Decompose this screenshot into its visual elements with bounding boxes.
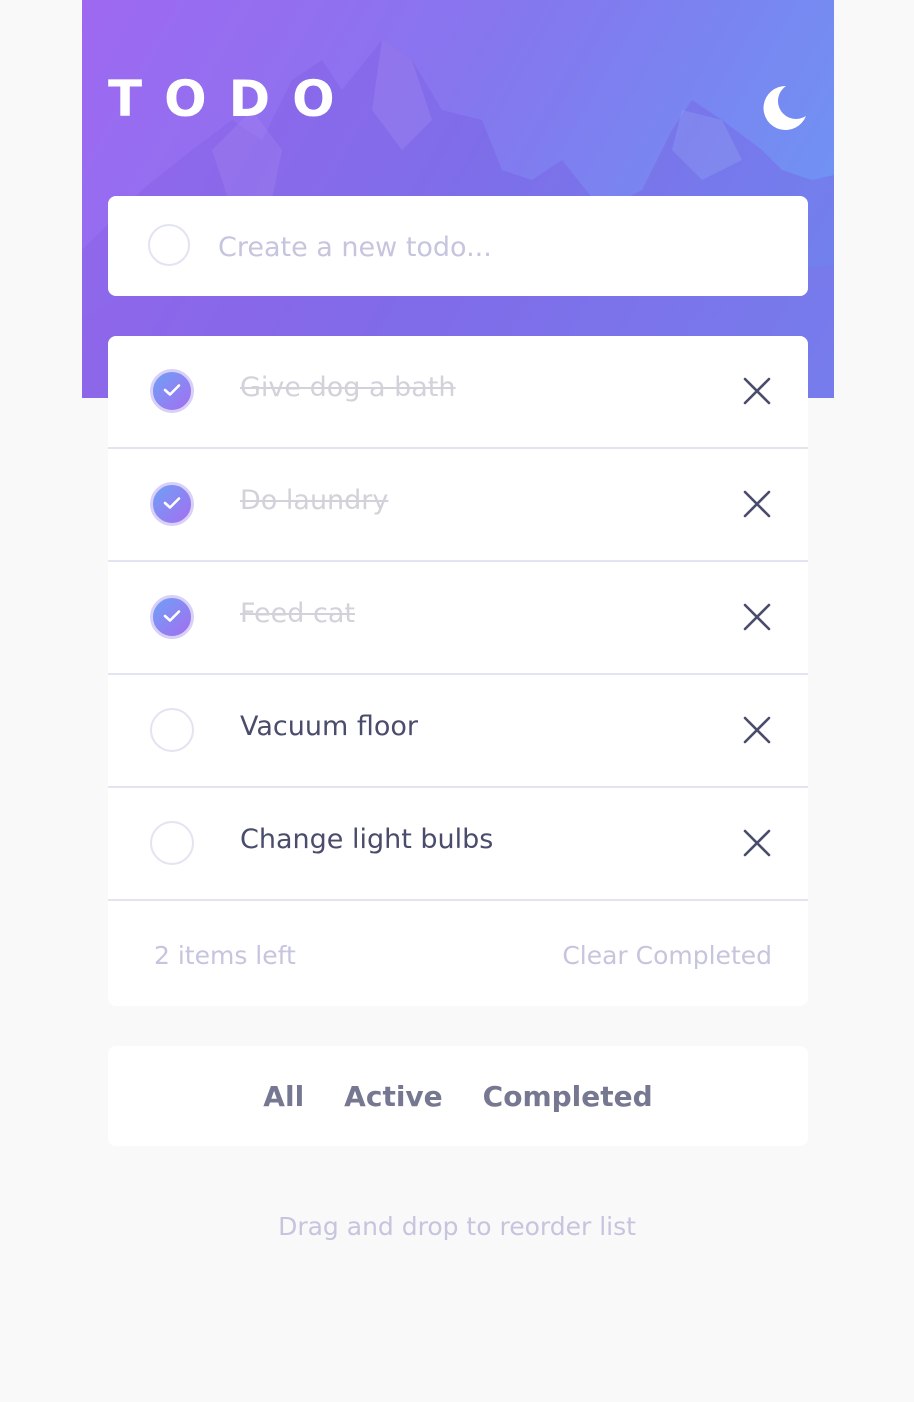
delete-button[interactable] — [742, 489, 772, 519]
todo-label: Give dog a bath — [240, 372, 456, 403]
completed-checkbox[interactable] — [150, 369, 194, 413]
delete-button[interactable] — [742, 828, 772, 858]
empty-checkbox[interactable] — [150, 821, 194, 865]
delete-button[interactable] — [742, 602, 772, 632]
app-title: TODO — [108, 70, 357, 128]
todo-item[interactable]: Give dog a bath — [108, 336, 808, 449]
items-left-count: 2 items left — [154, 941, 296, 970]
theme-toggle-button[interactable] — [760, 82, 810, 132]
close-icon — [743, 490, 771, 518]
completed-checkbox[interactable] — [150, 595, 194, 639]
completed-checkbox[interactable] — [150, 482, 194, 526]
check-icon — [163, 384, 181, 396]
todo-item[interactable]: Feed cat — [108, 562, 808, 675]
list-footer: 2 items left Clear Completed — [108, 901, 808, 1006]
clear-completed-button[interactable]: Clear Completed — [562, 941, 772, 970]
delete-button[interactable] — [742, 715, 772, 745]
todo-label: Vacuum floor — [240, 711, 419, 742]
todo-item[interactable]: Do laundry — [108, 449, 808, 562]
todo-label: Change light bulbs — [240, 824, 494, 855]
check-icon — [163, 497, 181, 509]
new-todo-input[interactable] — [216, 220, 780, 274]
new-todo-bar — [108, 196, 808, 296]
close-icon — [743, 603, 771, 631]
filter-bar: All Active Completed — [108, 1046, 808, 1146]
new-todo-check-circle[interactable] — [148, 224, 190, 266]
todo-item[interactable]: Vacuum floor — [108, 675, 808, 788]
todo-list: Give dog a bath Do laundry Feed cat Vacu… — [108, 336, 808, 1006]
todo-item[interactable]: Change light bulbs — [108, 788, 808, 901]
empty-checkbox[interactable] — [150, 708, 194, 752]
close-icon — [743, 829, 771, 857]
todo-label: Do laundry — [240, 485, 389, 516]
delete-button[interactable] — [742, 376, 772, 406]
filter-all[interactable]: All — [263, 1080, 304, 1113]
filter-completed[interactable]: Completed — [483, 1080, 653, 1113]
close-icon — [743, 716, 771, 744]
check-icon — [163, 610, 181, 622]
filter-active[interactable]: Active — [344, 1080, 443, 1113]
moon-icon — [763, 85, 806, 130]
drag-drop-hint: Drag and drop to reorder list — [278, 1212, 636, 1241]
todo-label: Feed cat — [240, 598, 355, 629]
close-icon — [743, 377, 771, 405]
